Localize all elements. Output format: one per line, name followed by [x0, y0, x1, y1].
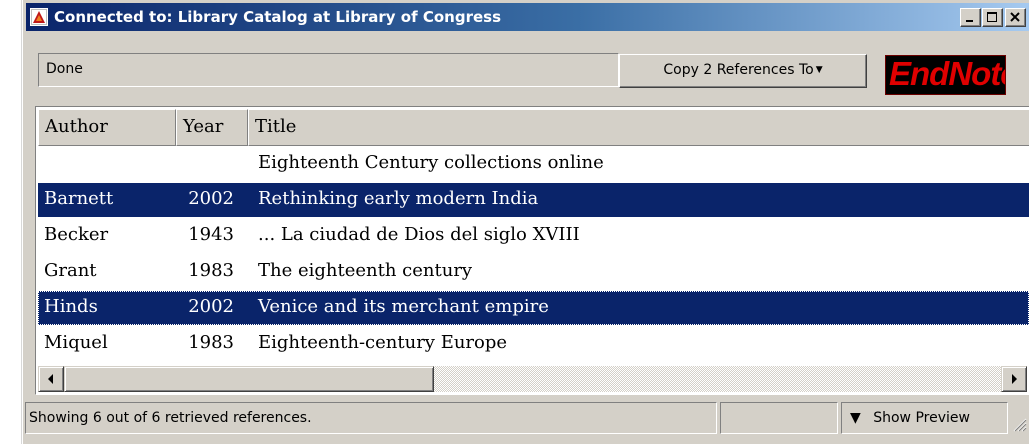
title-cell: The eighteenth century [258, 260, 473, 281]
background-window-edge [0, 0, 22, 444]
title-cell: Venice and its merchant empire [258, 296, 549, 317]
table-row[interactable]: Grant 1983 The eighteenth century [38, 255, 1029, 289]
endnote-app-icon[interactable] [30, 8, 48, 26]
year-cell: 1983 [188, 332, 234, 353]
endnote-logo: EndNote [885, 55, 1006, 95]
list-header: Author Year Title [38, 109, 1029, 146]
resize-grip-icon[interactable] [1013, 418, 1027, 432]
table-row[interactable]: Eighteenth Century collections online [38, 147, 1029, 181]
minimize-button[interactable] [960, 8, 981, 27]
status-message-panel: Showing 6 out of 6 retrieved references. [25, 402, 717, 434]
connection-status-field: Done [38, 53, 619, 87]
scroll-right-button[interactable] [1001, 366, 1027, 392]
scroll-left-button[interactable] [38, 366, 64, 392]
scroll-thumb[interactable] [64, 366, 434, 392]
maximize-button[interactable] [982, 8, 1003, 27]
status-bar: Showing 6 out of 6 retrieved references.… [23, 402, 1029, 444]
chevron-down-icon: ▼ [815, 65, 823, 75]
show-preview-button[interactable]: ▼ Show Preview [841, 402, 1008, 434]
minimize-icon [966, 20, 973, 22]
table-row[interactable]: Barnett 2002 Rethinking early modern India [38, 183, 1029, 217]
author-cell: Hinds [44, 296, 98, 317]
column-header-author[interactable]: Author [38, 109, 176, 146]
table-row[interactable]: Hinds 2002 Venice and its merchant empire [38, 291, 1029, 325]
arrow-right-icon [1012, 374, 1017, 384]
close-button[interactable] [1005, 8, 1026, 27]
column-header-year[interactable]: Year [176, 109, 248, 146]
search-results-window: Connected to: Library Catalog at Library… [22, 0, 1029, 444]
connection-status-text: Done [46, 61, 83, 77]
horizontal-scrollbar[interactable] [38, 366, 1027, 392]
title-cell: Eighteenth Century collections online [258, 152, 604, 173]
window-title: Connected to: Library Catalog at Library… [54, 8, 501, 26]
title-cell: ... La ciudad de Dios del siglo XVIII [258, 224, 580, 245]
table-row[interactable]: Becker 1943 ... La ciudad de Dios del sigl… [38, 219, 1029, 253]
status-message: Showing 6 out of 6 retrieved references. [29, 410, 312, 426]
close-icon [1010, 12, 1020, 22]
copy-references-button[interactable]: Copy 2 References To ▼ [619, 54, 867, 88]
author-cell: Barnett [44, 188, 114, 209]
author-cell: Grant [44, 260, 97, 281]
table-row[interactable]: Miquel 1983 Eighteenth-century Europe [38, 327, 1029, 361]
year-cell: 1983 [188, 260, 234, 281]
year-cell: 1943 [188, 224, 234, 245]
year-cell: 2002 [188, 296, 234, 317]
author-cell: Miquel [44, 332, 108, 353]
show-preview-label: Show Preview [873, 410, 970, 426]
title-bar[interactable]: Connected to: Library Catalog at Library… [26, 3, 1029, 31]
double-chevron-down-icon: ▼ [850, 410, 861, 426]
copy-references-label: Copy 2 References To [663, 62, 814, 78]
column-header-title[interactable]: Title [248, 109, 1029, 146]
endnote-logo-text: EndNote [889, 55, 1006, 92]
title-cell: Rethinking early modern India [258, 188, 539, 209]
references-list[interactable]: Author Year Title Eighteenth Century col… [35, 106, 1029, 395]
arrow-left-icon [48, 374, 53, 384]
status-empty-panel [720, 402, 838, 434]
title-cell: Eighteenth-century Europe [258, 332, 508, 353]
author-cell: Becker [44, 224, 109, 245]
maximize-icon [987, 12, 997, 22]
year-cell: 2002 [188, 188, 234, 209]
